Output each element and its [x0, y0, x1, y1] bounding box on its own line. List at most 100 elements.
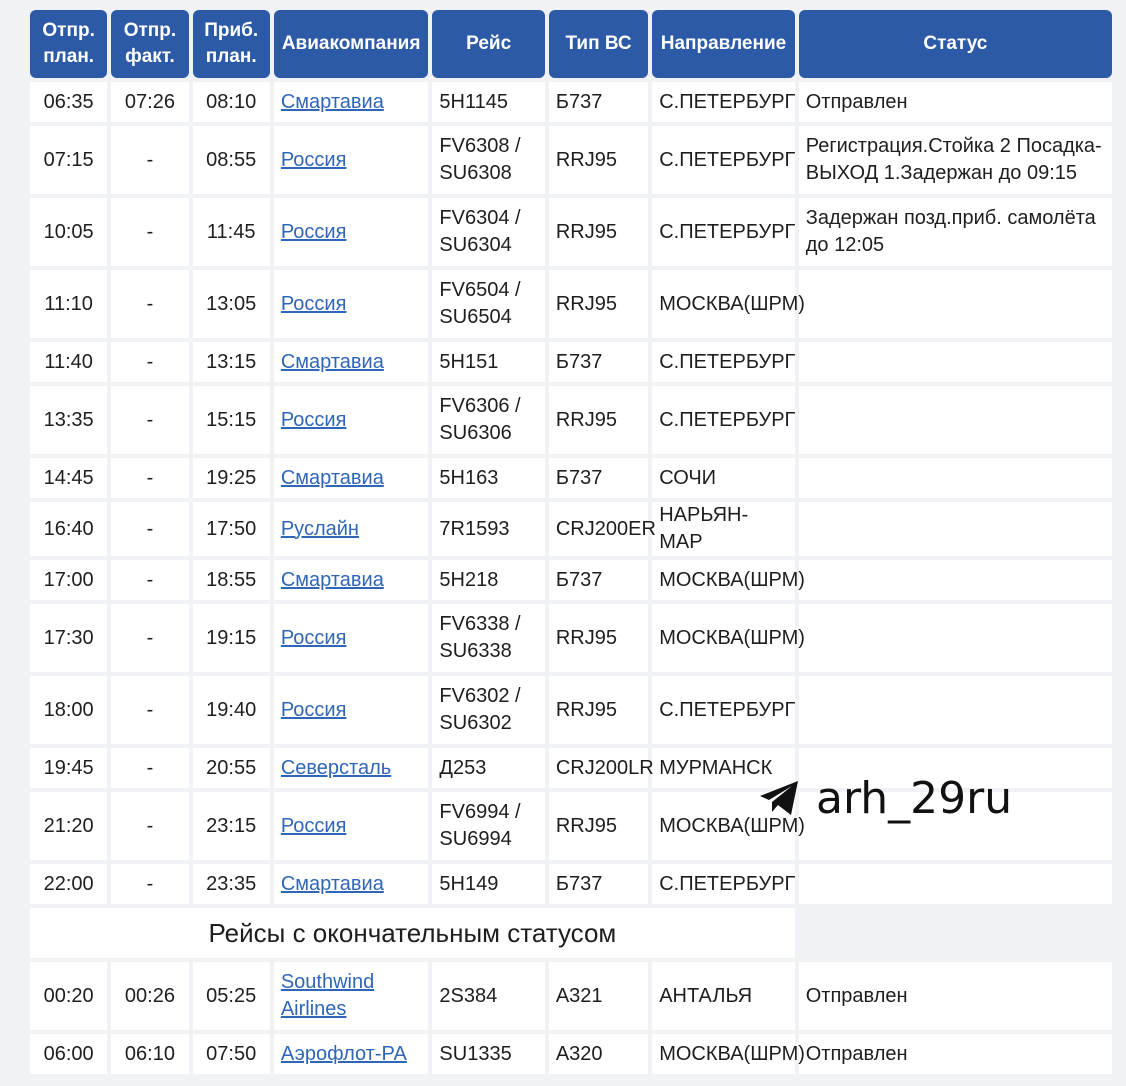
direction-cell: С.ПЕТЕРБУРГ	[652, 198, 795, 266]
flight-number-cell: 5Н218	[432, 560, 545, 600]
direction-cell: С.ПЕТЕРБУРГ	[652, 82, 795, 122]
col-header-flight: Рейс	[432, 10, 545, 78]
airline-cell: Смартавиа	[273, 82, 429, 122]
airline-cell: Россия	[273, 792, 429, 860]
status-cell	[798, 864, 1112, 904]
dep-plan-cell: 13:35	[30, 386, 108, 454]
flight-number-cell: 5Н1145	[432, 82, 545, 122]
flight-number-cell: FV6308 / SU6308	[432, 126, 545, 194]
dep-fact-cell: -	[111, 458, 189, 498]
aircraft-type-cell: CRJ200ER	[548, 502, 656, 556]
airline-link[interactable]: Смартавиа	[281, 351, 384, 373]
table-row: 17:30-19:15 Россия FV6338 / SU6338 RRJ95 МОС…	[30, 604, 1112, 672]
flight-number-cell: FV6338 / SU6338	[432, 604, 545, 672]
status-cell	[798, 386, 1112, 454]
dep-fact-cell: -	[111, 792, 189, 860]
dep-fact-cell: -	[111, 126, 189, 194]
airline-cell: Смартавиа	[273, 458, 429, 498]
flight-rows: 06:35 07:26 08:10 Смартавиа 5Н1145 Б737 С.ПЕТЕ…	[30, 82, 1112, 1074]
airline-link[interactable]: Аэрофлот-РА	[281, 1043, 407, 1065]
table-row: 10:05-11:45 Россия FV6304 / SU6304 RRJ95 С.П…	[30, 198, 1112, 266]
flight-number-cell: Д253	[432, 748, 545, 788]
direction-cell: С.ПЕТЕРБУРГ	[652, 386, 795, 454]
airline-link[interactable]: Смартавиа	[281, 569, 384, 591]
dep-plan-cell: 00:20	[30, 962, 108, 1030]
arr-plan-cell: 13:05	[192, 270, 270, 338]
arr-plan-cell: 08:10	[192, 82, 270, 122]
table-row: 06:00 06:10 07:50 Аэрофлот-РА SU1335 А320 МОСК…	[30, 1034, 1112, 1074]
airline-link[interactable]: Руслайн	[281, 518, 359, 540]
table-row: 11:40-13:15 Смартавиа 5Н151 Б737 С.ПЕТЕРБУРГ	[30, 342, 1112, 382]
dep-fact-cell: -	[111, 864, 189, 904]
flight-number-cell: 5Н163	[432, 458, 545, 498]
dep-fact-cell: -	[111, 676, 189, 744]
direction-cell: МОСКВА(ШРМ)	[652, 604, 805, 672]
dep-fact-cell: -	[111, 604, 189, 672]
airline-link[interactable]: Россия	[281, 149, 347, 171]
airline-link[interactable]: Смартавиа	[281, 467, 384, 489]
aircraft-type-cell: RRJ95	[548, 676, 649, 744]
aircraft-type-cell: Б737	[548, 342, 649, 382]
aircraft-type-cell: Б737	[548, 560, 649, 600]
aircraft-type-cell: А320	[548, 1034, 649, 1074]
departures-board: Отпр. план. Отпр. факт. Приб. план. Авиа…	[30, 10, 1112, 1078]
arr-plan-cell: 19:15	[192, 604, 270, 672]
direction-cell: С.ПЕТЕРБУРГ	[652, 864, 795, 904]
airline-link[interactable]: Россия	[281, 409, 347, 431]
dep-fact-cell: -	[111, 502, 189, 556]
watermark-text: arh_29ru	[816, 772, 1013, 824]
dep-fact-cell: -	[111, 748, 189, 788]
arr-plan-cell: 13:15	[192, 342, 270, 382]
dep-plan-cell: 21:20	[30, 792, 108, 860]
aircraft-type-cell: А321	[548, 962, 649, 1030]
status-cell	[798, 560, 1112, 600]
airline-link[interactable]: Смартавиа	[281, 873, 384, 895]
arr-plan-cell: 08:55	[192, 126, 270, 194]
col-header-dep-plan: Отпр. план.	[30, 10, 108, 78]
airline-link[interactable]: Смартавиа	[281, 91, 384, 113]
table-row: 22:00-23:35 Смартавиа 5Н149 Б737 С.ПЕТЕРБУРГ	[30, 864, 1112, 904]
table-row: 06:35 07:26 08:10 Смартавиа 5Н1145 Б737 С.ПЕТЕ…	[30, 82, 1112, 122]
airline-link[interactable]: Россия	[281, 627, 347, 649]
dep-plan-cell: 16:40	[30, 502, 108, 556]
dep-plan-cell: 17:00	[30, 560, 108, 600]
dep-plan-cell: 14:45	[30, 458, 108, 498]
status-cell	[798, 604, 1112, 672]
aircraft-type-cell: RRJ95	[548, 270, 649, 338]
airline-cell: Россия	[273, 270, 429, 338]
arr-plan-cell: 19:40	[192, 676, 270, 744]
status-cell	[798, 676, 1112, 744]
airline-link[interactable]: Россия	[281, 815, 347, 837]
dep-plan-cell: 19:45	[30, 748, 108, 788]
arr-plan-cell: 11:45	[192, 198, 270, 266]
airline-cell: Southwind Airlines	[273, 962, 429, 1030]
status-cell: Отправлен	[798, 962, 1112, 1030]
airline-cell: Смартавиа	[273, 342, 429, 382]
dep-plan-cell: 17:30	[30, 604, 108, 672]
direction-cell: АНТАЛЬЯ	[652, 962, 795, 1030]
flight-number-cell: FV6306 / SU6306	[432, 386, 545, 454]
dep-fact-cell: 06:10	[111, 1034, 189, 1074]
direction-cell: С.ПЕТЕРБУРГ	[652, 342, 795, 382]
arr-plan-cell: 23:35	[192, 864, 270, 904]
arr-plan-cell: 20:55	[192, 748, 270, 788]
airline-link[interactable]: Россия	[281, 293, 347, 315]
dep-plan-cell: 11:40	[30, 342, 108, 382]
airline-link[interactable]: Southwind Airlines	[281, 971, 374, 1020]
dep-plan-cell: 07:15	[30, 126, 108, 194]
status-cell	[798, 270, 1112, 338]
dep-fact-cell: 00:26	[111, 962, 189, 1030]
direction-cell: С.ПЕТЕРБУРГ	[652, 676, 795, 744]
aircraft-type-cell: RRJ95	[548, 198, 649, 266]
airline-link[interactable]: Россия	[281, 221, 347, 243]
aircraft-type-cell: RRJ95	[548, 126, 649, 194]
flight-number-cell: SU1335	[432, 1034, 545, 1074]
dep-plan-cell: 10:05	[30, 198, 108, 266]
airline-link[interactable]: Россия	[281, 699, 347, 721]
status-cell: Задержан позд.приб. самолёта до 12:05	[798, 198, 1112, 266]
col-header-dep-fact: Отпр. факт.	[111, 10, 189, 78]
airline-cell: Руслайн	[273, 502, 429, 556]
airline-cell: Россия	[273, 676, 429, 744]
table-row: 14:45-19:25 Смартавиа 5Н163 Б737 СОЧИ	[30, 458, 1112, 498]
airline-link[interactable]: Северсталь	[281, 757, 391, 779]
